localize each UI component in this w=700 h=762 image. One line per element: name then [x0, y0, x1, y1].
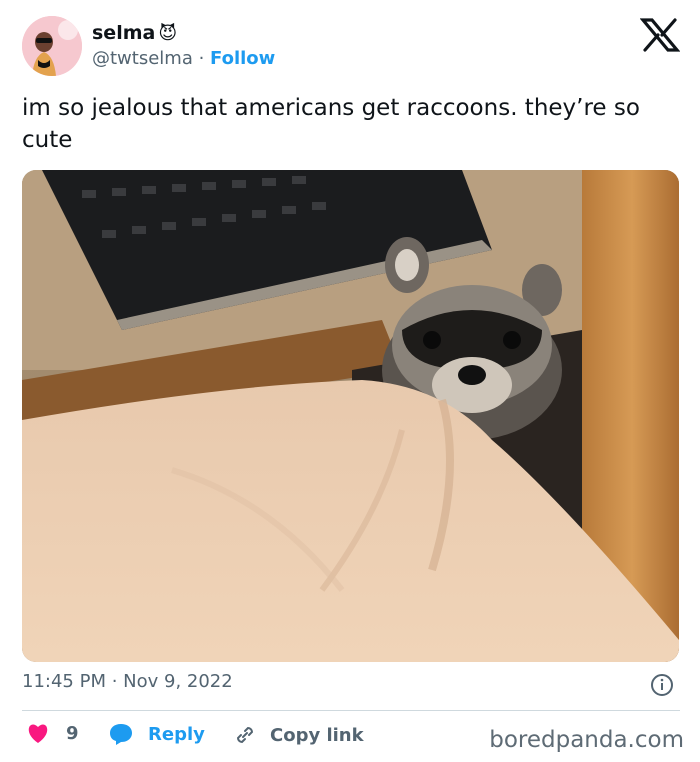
watermark: boredpanda.com — [489, 727, 684, 753]
heart-icon — [28, 724, 48, 743]
reply-label: Reply — [148, 723, 205, 745]
handle-line: @twtselma · Follow — [92, 48, 275, 69]
copy-link-button[interactable]: Copy link — [232, 722, 364, 748]
avatar[interactable] — [22, 16, 82, 76]
devil-emoji: 😈 — [158, 22, 178, 44]
reply-button[interactable]: Reply — [108, 722, 205, 746]
tweet-photo[interactable] — [22, 170, 679, 662]
divider — [22, 710, 680, 711]
follow-button[interactable]: Follow — [210, 48, 275, 69]
reply-bubble-icon — [110, 724, 132, 745]
handle-separator: · — [192, 48, 211, 69]
display-name[interactable]: selma 😈 — [92, 22, 177, 44]
display-name-text: selma — [92, 22, 156, 44]
user-handle[interactable]: @twtselma — [92, 48, 193, 69]
link-icon — [236, 726, 254, 744]
tweet-timestamp[interactable]: 11:45 PM · Nov 9, 2022 — [22, 671, 233, 692]
like-count: 9 — [66, 722, 79, 744]
info-icon[interactable] — [650, 673, 674, 697]
copy-link-label: Copy link — [270, 724, 364, 746]
like-button[interactable]: 9 — [26, 722, 79, 744]
tweet-text: im so jealous that americans get raccoon… — [22, 95, 640, 153]
x-logo-icon[interactable] — [640, 18, 680, 52]
